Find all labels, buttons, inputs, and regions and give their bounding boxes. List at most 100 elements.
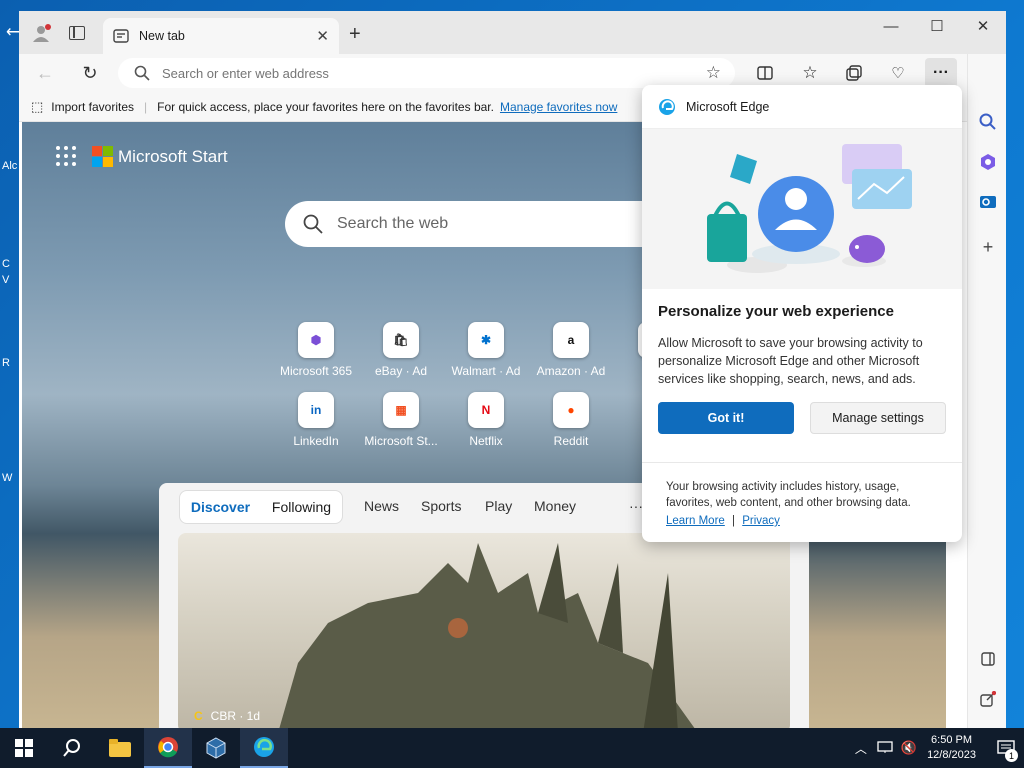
quick-link[interactable]: ⬢ Microsoft 365 (271, 322, 361, 378)
search-icon (134, 65, 150, 81)
taskbar-search-icon[interactable] (48, 728, 96, 768)
nav-money[interactable]: Money (534, 498, 576, 514)
tab-actions-icon[interactable] (69, 26, 85, 40)
quick-link-icon: in (298, 392, 334, 428)
article-source: C CBR · 1d (194, 709, 261, 723)
desktop-label: Alc (2, 160, 18, 172)
notifications-button[interactable]: 1 (988, 728, 1024, 768)
article-image (279, 543, 695, 728)
search-icon (303, 214, 323, 234)
desktop-label: C (2, 258, 10, 270)
favorites-hint: For quick access, place your favorites h… (157, 99, 494, 114)
quick-link-icon: ▦ (383, 392, 419, 428)
refresh-icon[interactable]: ↻ (74, 58, 106, 88)
learn-more-link[interactable]: Learn More (666, 515, 725, 527)
settings-and-more-button[interactable]: ··· (925, 58, 957, 88)
quick-link[interactable]: ✱ Walmart · Ad (441, 322, 531, 378)
system-tray: ︿ 🔇 6:50 PM 12/8/2023 1 (855, 728, 1024, 768)
profile-icon[interactable] (31, 23, 51, 43)
chrome-icon[interactable] (144, 728, 192, 768)
quick-link[interactable]: a Amazon · Ad (526, 322, 616, 378)
windows-logo-icon (15, 739, 33, 757)
app-launcher-icon[interactable] (56, 146, 76, 166)
quick-link-icon: ⬢ (298, 322, 334, 358)
volume-muted-icon[interactable]: 🔇 (901, 740, 917, 756)
maximize-button[interactable]: ☐ (914, 11, 960, 41)
quick-link[interactable]: 🛍 eBay · Ad (356, 322, 446, 378)
manage-favorites-link[interactable]: Manage favorites now (500, 100, 617, 114)
cbr-logo-icon: C (194, 709, 203, 723)
hide-sidebar-icon[interactable] (975, 646, 1001, 672)
flyout-heading: Personalize your web experience (658, 303, 894, 320)
quick-link-label: eBay · Ad (374, 364, 428, 378)
network-icon[interactable] (877, 740, 893, 757)
desktop-label: V (2, 274, 10, 286)
edge-taskbar-icon[interactable] (240, 728, 288, 768)
title-bar: New tab ✕ + — ☐ ✕ (19, 11, 1006, 54)
got-it-button[interactable]: Got it! (658, 402, 794, 434)
back-icon[interactable]: ← (29, 58, 61, 88)
new-tab-button[interactable]: + (349, 23, 361, 46)
import-favorites-link[interactable]: Import favorites (51, 100, 134, 114)
taskbar: ︿ 🔇 6:50 PM 12/8/2023 1 (0, 728, 1024, 768)
notification-count: 1 (1005, 749, 1018, 762)
quick-link[interactable]: ▦ Microsoft St... (356, 392, 446, 448)
privacy-link[interactable]: Privacy (742, 515, 780, 527)
desktop-label: W (2, 472, 13, 484)
favorite-star-icon[interactable]: ☆ (706, 63, 721, 83)
quick-link[interactable]: ● Reddit (526, 392, 616, 448)
quick-link-label: Microsoft 365 (279, 364, 353, 378)
outlook-icon[interactable] (975, 189, 1001, 215)
quick-link-icon: ● (553, 392, 589, 428)
quick-link-label: LinkedIn (293, 434, 339, 448)
tab-new-tab[interactable]: New tab ✕ (103, 18, 339, 54)
manage-settings-button[interactable]: Manage settings (810, 402, 946, 434)
nav-sports[interactable]: Sports (421, 498, 461, 514)
start-button[interactable] (0, 728, 48, 768)
nav-play[interactable]: Play (485, 498, 512, 514)
edge-sidebar: + ⚙ (967, 54, 1006, 728)
virtualbox-icon[interactable] (192, 728, 240, 768)
address-bar[interactable]: ☆ (118, 58, 735, 88)
import-icon: ⬚ (31, 98, 44, 114)
quick-link-label: Microsoft St... (364, 434, 438, 448)
feed-tab-switcher: Discover Following (179, 490, 343, 524)
clock[interactable]: 6:50 PM 12/8/2023 (927, 733, 976, 763)
quick-link-label: Amazon · Ad (536, 364, 606, 378)
address-input[interactable] (162, 65, 662, 81)
collections-icon[interactable] (838, 58, 870, 88)
flyout-description: Allow Microsoft to save your browsing ac… (658, 336, 923, 386)
quick-link-icon: 🛍 (383, 322, 419, 358)
show-hidden-icons-icon[interactable]: ︿ (855, 740, 867, 757)
tab-title: New tab (139, 29, 185, 43)
flyout-body: Personalize your web experience Allow Mi… (642, 289, 962, 448)
tab-following[interactable]: Following (261, 499, 342, 515)
quick-link[interactable]: N Netflix (441, 392, 531, 448)
quick-link-icon: a (553, 322, 589, 358)
quick-link-label: Walmart · Ad (451, 364, 521, 378)
article-card[interactable]: C CBR · 1d (178, 533, 790, 728)
more-nav-button[interactable]: ··· (629, 498, 643, 514)
add-sidebar-app-icon[interactable]: + (975, 234, 1001, 260)
microsoft-365-icon[interactable] (975, 149, 1001, 175)
file-explorer-icon[interactable] (96, 728, 144, 768)
close-tab-icon[interactable]: ✕ (316, 27, 329, 45)
clock-time: 6:50 PM (931, 734, 973, 746)
favorites-icon[interactable]: ☆ (794, 58, 826, 88)
browser-essentials-icon[interactable]: ♡ (882, 58, 914, 88)
microsoft-start-logo[interactable]: Microsoft Start (92, 146, 228, 168)
search-icon[interactable] (975, 109, 1001, 135)
external-link-icon[interactable] (975, 686, 1001, 712)
flyout-note: Your browsing activity includes history,… (642, 462, 962, 529)
quick-link-icon: ✱ (468, 322, 504, 358)
quick-link[interactable]: in LinkedIn (271, 392, 361, 448)
desktop-label: R (2, 357, 10, 369)
tab-discover[interactable]: Discover (180, 499, 261, 515)
quick-link-label: Reddit (553, 434, 589, 448)
nav-news[interactable]: News (364, 498, 399, 514)
close-window-button[interactable]: ✕ (960, 11, 1006, 41)
web-search-placeholder: Search the web (337, 215, 449, 232)
split-screen-icon[interactable] (749, 58, 781, 88)
clock-date: 12/8/2023 (927, 749, 976, 761)
minimize-button[interactable]: — (868, 11, 914, 41)
